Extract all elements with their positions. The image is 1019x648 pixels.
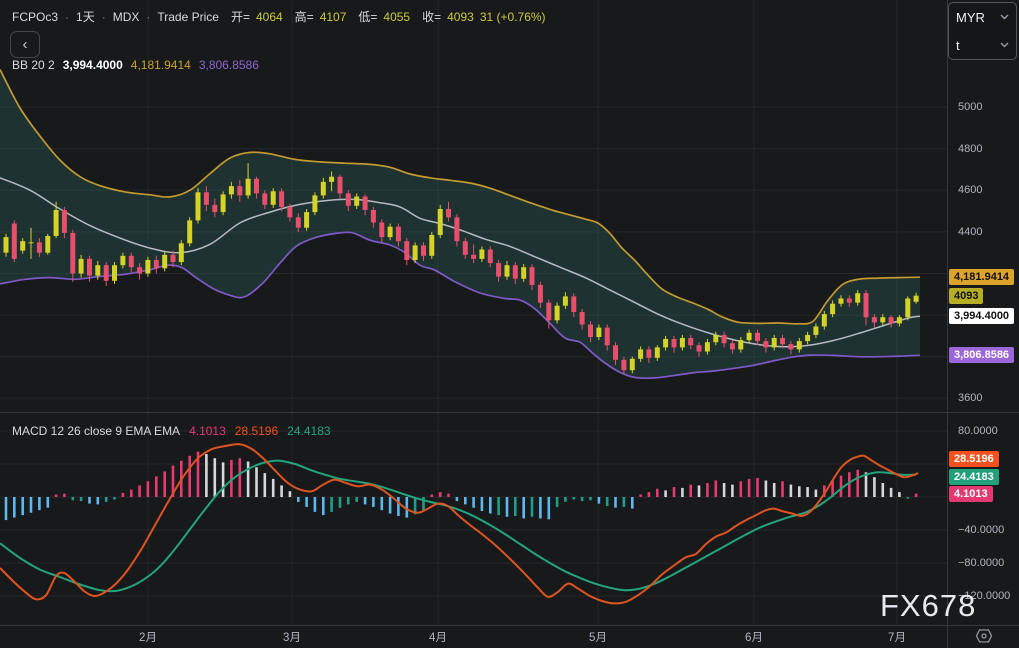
- separator-dot: ·: [146, 10, 150, 24]
- separator-dot: ·: [65, 10, 69, 24]
- trading-chart-window: FCPOc3 · 1天 · MDX · Trade Price 开= 4064 高…: [0, 0, 1019, 648]
- price-tick: 3600: [958, 392, 982, 404]
- low-label: 低=: [358, 8, 377, 25]
- bollinger-legend: BB 20 2 3,994.4000 4,181.9414 3,806.8586: [12, 58, 259, 72]
- chevron-left-icon: ‹: [23, 37, 28, 52]
- high-value: 4107: [320, 10, 347, 24]
- chevron-down-icon: [1000, 14, 1009, 20]
- time-axis[interactable]: 2月 3月 4月 5月 6月 7月: [0, 625, 947, 648]
- unit-value: t: [956, 38, 1000, 53]
- price-tick: 4600: [958, 184, 982, 196]
- price-label-chip: 4093: [949, 288, 983, 304]
- bb-lower-value: 3,806.8586: [199, 58, 259, 72]
- macd-label-chip: 28.5196: [949, 451, 999, 467]
- back-button[interactable]: ‹: [10, 31, 40, 58]
- bb-title[interactable]: BB 20 2: [12, 58, 55, 72]
- close-label: 收=: [422, 8, 441, 25]
- macd-label-chip: 24.4183: [949, 469, 999, 485]
- price-label-chip: 4,181.9414: [949, 269, 1014, 285]
- price-tick: 5000: [958, 101, 982, 113]
- series-type-label: Trade Price: [157, 10, 219, 24]
- symbol-name[interactable]: FCPOc3: [12, 10, 58, 24]
- unit-selector[interactable]: t: [949, 31, 1016, 59]
- currency-unit-box: MYR t: [948, 2, 1017, 60]
- chevron-down-icon: [1000, 42, 1009, 48]
- macd-label-chip: 4.1013: [949, 486, 993, 502]
- chart-properties-button[interactable]: [971, 626, 997, 646]
- month-label: 2月: [139, 629, 157, 645]
- hexagon-dot-icon: [975, 628, 993, 644]
- bb-upper-value: 4,181.9414: [131, 58, 191, 72]
- macd-signal-value: 24.4183: [287, 424, 330, 438]
- month-label: 7月: [888, 629, 906, 645]
- high-label: 高=: [295, 8, 314, 25]
- open-label: 开=: [231, 8, 250, 25]
- open-value: 4064: [256, 10, 283, 24]
- macd-tick: 80.0000: [958, 425, 998, 437]
- chart-canvas[interactable]: [0, 0, 1019, 648]
- close-value: 4093: [447, 10, 474, 24]
- price-tick: 4800: [958, 143, 982, 155]
- price-label-chip: 3,806.8586: [949, 347, 1014, 363]
- price-label-chip: 3,994.4000: [949, 308, 1014, 324]
- month-label: 3月: [283, 629, 301, 645]
- low-value: 4055: [383, 10, 410, 24]
- bb-basis-value: 3,994.4000: [63, 58, 123, 72]
- macd-legend: MACD 12 26 close 9 EMA EMA 4.1013 28.519…: [12, 424, 331, 438]
- change-value: 31 (+0.76%): [480, 10, 546, 24]
- currency-value: MYR: [956, 10, 1000, 25]
- month-label: 4月: [429, 629, 447, 645]
- price-tick: 4400: [958, 226, 982, 238]
- macd-tick: −40.0000: [958, 524, 1004, 536]
- separator-dot: ·: [102, 10, 106, 24]
- macd-title[interactable]: MACD 12 26 close 9 EMA EMA: [12, 424, 180, 438]
- symbol-header: FCPOc3 · 1天 · MDX · Trade Price 开= 4064 高…: [12, 8, 546, 25]
- month-label: 5月: [589, 629, 607, 645]
- macd-tick: −80.0000: [958, 557, 1004, 569]
- watermark: FX678: [880, 588, 976, 624]
- exchange-label: MDX: [113, 10, 140, 24]
- price-axis[interactable]: 500048004600440042004000380036004,181.94…: [947, 0, 1019, 412]
- month-label: 6月: [745, 629, 763, 645]
- interval-label[interactable]: 1天: [76, 8, 95, 25]
- macd-hist-value: 4.1013: [189, 424, 226, 438]
- macd-line-value: 28.5196: [235, 424, 278, 438]
- currency-selector[interactable]: MYR: [949, 3, 1016, 31]
